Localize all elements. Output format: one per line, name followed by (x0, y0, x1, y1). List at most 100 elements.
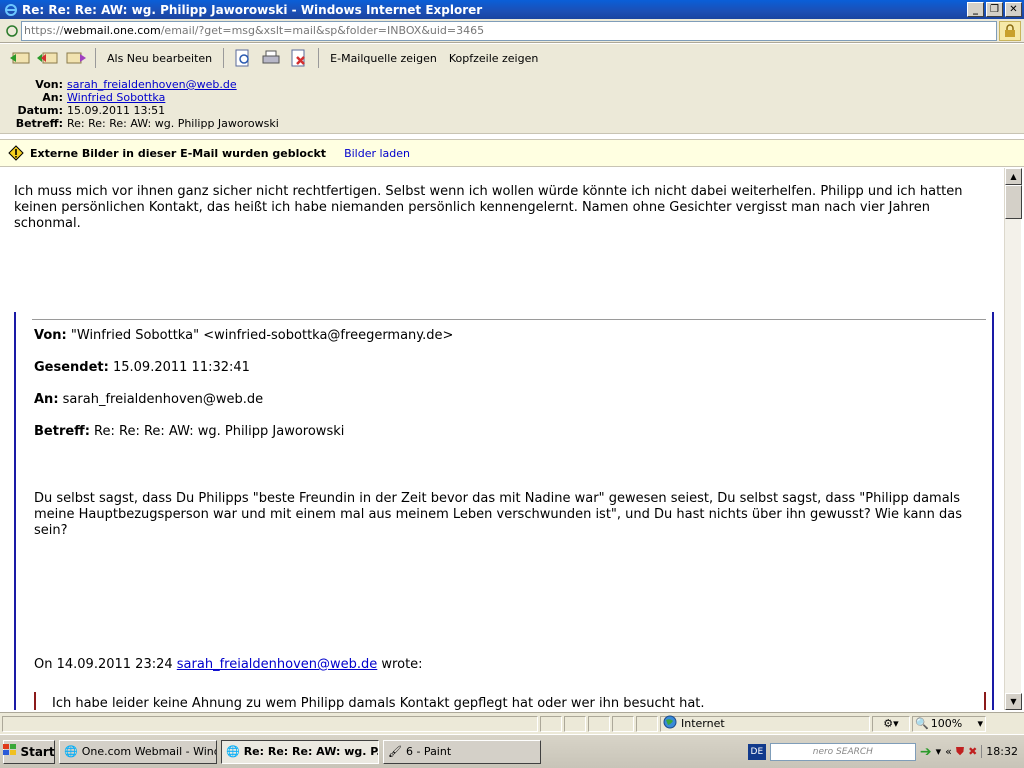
system-tray: DE nero SEARCH ➔ ▾ « ⛊ ✖ 18:32 (747, 738, 1024, 766)
clock: 18:32 (981, 745, 1018, 758)
chevron-down-icon[interactable]: ▾ (936, 745, 942, 758)
quote-subject-label: Betreff: (34, 424, 90, 439)
protected-mode-icon[interactable]: ⚙▾ (872, 715, 910, 732)
quote-to-label: An: (34, 392, 59, 407)
warning-icon (8, 145, 24, 161)
shield-icon[interactable]: ⛊ (956, 745, 964, 759)
toolbar-separator (223, 48, 225, 68)
status-cell (588, 715, 610, 732)
quote-from: Von: "Winfried Sobottka" <winfried-sobot… (34, 328, 974, 344)
zoom-icon: 🔍 (915, 717, 929, 730)
nero-search-input[interactable]: nero SEARCH (769, 742, 916, 761)
quote-subject: Betreff: Re: Re: Re: AW: wg. Philipp Jaw… (34, 424, 974, 440)
task-current-message[interactable]: 🌐 Re: Re: Re: AW: wg. P... (221, 739, 379, 764)
paint-icon: 🖌 (388, 745, 402, 758)
url-input[interactable]: https://webmail.one.com/email/?get=msg&x… (21, 20, 997, 41)
status-cell (636, 715, 658, 732)
status-cell (612, 715, 634, 732)
print-icon[interactable] (257, 47, 285, 69)
zoom-control[interactable]: 🔍 100% ▾ (912, 715, 986, 732)
quote-sent-value: 15.09.2011 11:32:41 (112, 360, 250, 375)
inner-quoted-message: Ich habe leider keine Ahnung zu wem Phil… (34, 692, 986, 710)
task-label: Re: Re: Re: AW: wg. P... (243, 745, 379, 758)
internet-explorer-icon: 🌐 (226, 745, 240, 758)
header-from-link[interactable]: sarah_freialdenhoven@web.de (67, 78, 237, 91)
chevron-down-icon: ▾ (977, 717, 983, 730)
quote-wrote-suffix: wrote: (381, 657, 423, 672)
quote-from-label: Von: (34, 328, 67, 343)
mail-toolbar: Als Neu bearbeiten E-Mailquelle zeigen K… (0, 44, 1024, 72)
address-bar: https://webmail.one.com/email/?get=msg&x… (0, 19, 1024, 43)
scrollbar-thumb[interactable] (1005, 185, 1022, 219)
toolbar-separator (95, 48, 96, 68)
windows-logo-icon (3, 744, 17, 759)
page-icon (3, 24, 21, 37)
task-paint[interactable]: 🖌 6 - Paint (383, 739, 541, 764)
status-bar: Internet ⚙▾ 🔍 100% ▾ (0, 712, 1024, 734)
toolbar-separator (318, 48, 320, 68)
show-hidden-icons-icon[interactable]: « (945, 745, 952, 758)
message-intro-text: Ich muss mich vor ihnen ganz sicher nich… (14, 184, 963, 231)
task-label: 6 - Paint (405, 745, 452, 758)
header-to: An: Winfried Sobottka (0, 91, 165, 104)
restore-button[interactable]: ❐ (986, 2, 1003, 17)
minimize-button[interactable]: _ (967, 2, 984, 17)
window-titlebar[interactable]: Re: Re: Re: AW: wg. Philipp Jaworowski -… (0, 0, 1024, 19)
load-images-link[interactable]: Bilder laden (344, 147, 410, 160)
header-subject: Betreff: Re: Re: Re: AW: wg. Philipp Jaw… (0, 117, 279, 130)
quote-from-value: "Winfried Sobottka" <winfried-sobottka@f… (70, 328, 454, 343)
header-date-label: Datum: (17, 104, 63, 117)
window-title: Re: Re: Re: AW: wg. Philipp Jaworowski -… (22, 2, 483, 17)
quoted-message: Von: "Winfried Sobottka" <winfried-sobot… (14, 312, 994, 710)
globe-icon (663, 715, 677, 732)
quote-sent: Gesendet: 15.09.2011 11:32:41 (34, 360, 974, 376)
quote-wrote-email-link[interactable]: sarah_freialdenhoven@web.de (177, 657, 378, 672)
quote-wrote-line: On 14.09.2011 23:24 sarah_freialdenhoven… (34, 657, 974, 673)
taskbar: Start 🌐 One.com Webmail - Wind... 🌐 Re: … (0, 734, 1024, 768)
header-subject-label: Betreff: (15, 117, 63, 130)
status-cell (564, 715, 586, 732)
quote-sent-label: Gesendet: (34, 360, 109, 375)
language-indicator[interactable]: DE (747, 743, 766, 760)
internet-explorer-icon (3, 2, 19, 18)
quote-to-value: sarah_freialdenhoven@web.de (62, 392, 264, 407)
url-domain: webmail.one.com (63, 24, 161, 37)
header-date: Datum: 15.09.2011 13:51 (0, 104, 165, 117)
url-path: /email/?get=msg&xslt=mail&sp&folder=INBO… (160, 24, 485, 37)
quote-to: An: sarah_freialdenhoven@web.de (34, 392, 974, 408)
blocked-images-bar: Externe Bilder in dieser E-Mail wurden g… (0, 139, 1024, 167)
message-headers: Von: sarah_freialdenhoven@web.de An: Win… (0, 72, 1024, 134)
zone-label: Internet (681, 717, 725, 730)
start-label: Start (20, 744, 55, 759)
forward-icon[interactable] (62, 47, 90, 69)
header-date-value: 15.09.2011 13:51 (67, 104, 166, 117)
reply-icon[interactable] (6, 47, 34, 69)
scroll-up-icon[interactable]: ▲ (1005, 168, 1022, 185)
zoom-level: 100% (930, 717, 963, 730)
mark-as-new-button[interactable]: Als Neu bearbeiten (101, 52, 218, 65)
internet-explorer-icon: 🌐 (64, 745, 78, 758)
quote-divider (32, 319, 986, 320)
show-source-button[interactable]: E-Mailquelle zeigen (324, 52, 443, 65)
scroll-down-icon[interactable]: ▼ (1005, 693, 1022, 710)
lock-icon[interactable] (999, 20, 1021, 41)
search-go-icon[interactable]: ➔ (920, 744, 932, 760)
quote-text: Du selbst sagst, dass Du Philipps "beste… (34, 491, 963, 538)
header-to-link[interactable]: Winfried Sobottka (67, 91, 165, 104)
reply-all-icon[interactable] (34, 47, 62, 69)
status-text-cell (2, 715, 538, 732)
preview-icon[interactable] (229, 47, 257, 69)
task-webmail[interactable]: 🌐 One.com Webmail - Wind... (59, 739, 217, 764)
message-body: Ich muss mich vor ihnen ganz sicher nich… (0, 168, 1004, 710)
close-button[interactable]: ✕ (1005, 2, 1022, 17)
security-zone: Internet (660, 715, 870, 732)
quote-wrote-prefix: On 14.09.2011 23:24 (34, 657, 173, 672)
inner-quote-text: Ich habe leider keine Ahnung zu wem Phil… (52, 696, 705, 710)
antivirus-icon[interactable]: ✖ (968, 745, 977, 758)
delete-icon[interactable] (285, 47, 313, 69)
task-label: One.com Webmail - Wind... (81, 745, 217, 758)
start-button[interactable]: Start (3, 739, 55, 764)
url-prefix: https:// (24, 24, 64, 37)
show-headers-button[interactable]: Kopfzeile zeigen (443, 52, 545, 65)
vertical-scrollbar[interactable]: ▲ ▼ (1004, 168, 1022, 710)
